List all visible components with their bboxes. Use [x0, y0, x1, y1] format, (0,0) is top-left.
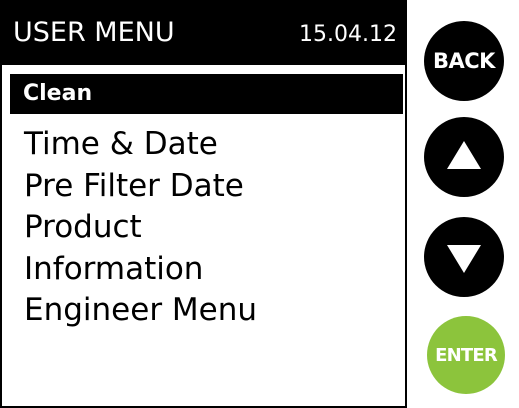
current-date: 15.04.12 — [299, 22, 397, 47]
enter-button[interactable]: ENTER — [427, 316, 505, 394]
menu-title: USER MENU — [13, 17, 175, 48]
menu-item-product[interactable]: Product — [24, 207, 257, 249]
up-button[interactable] — [424, 117, 504, 197]
menu-item-selected[interactable]: Clean — [10, 74, 403, 114]
menu-item-pre-filter-date[interactable]: Pre Filter Date — [24, 166, 257, 208]
arrow-up-icon — [447, 141, 481, 169]
screen-header: USER MENU 15.04.12 — [2, 0, 407, 65]
button-column: BACK ENTER — [407, 0, 519, 408]
menu-list: Time & Date Pre Filter Date Product Info… — [24, 124, 257, 332]
device-panel: USER MENU 15.04.12 Clean Time & Date Pre… — [0, 0, 519, 408]
lcd-screen: USER MENU 15.04.12 Clean Time & Date Pre… — [0, 0, 407, 408]
down-button[interactable] — [424, 217, 504, 297]
menu-item-engineer-menu[interactable]: Engineer Menu — [24, 290, 257, 332]
enter-button-label: ENTER — [435, 344, 498, 366]
arrow-down-icon — [447, 245, 481, 273]
menu-item-time-date[interactable]: Time & Date — [24, 124, 257, 166]
back-button[interactable]: BACK — [424, 21, 504, 101]
selected-item-label: Clean — [23, 81, 93, 106]
back-button-label: BACK — [433, 49, 495, 73]
menu-item-information[interactable]: Information — [24, 249, 257, 291]
